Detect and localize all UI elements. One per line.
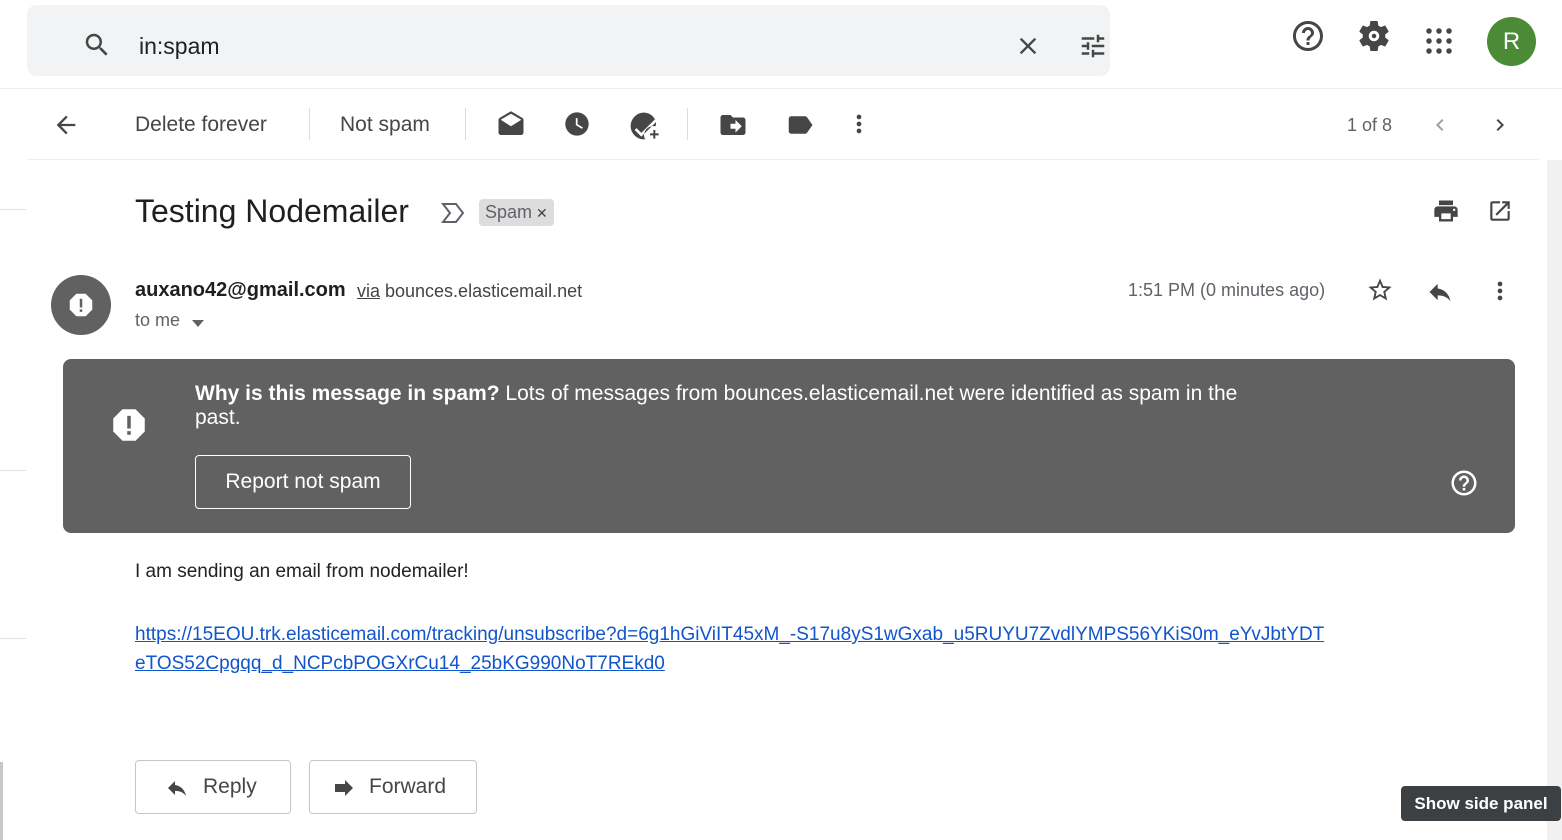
back-arrow-icon[interactable] (52, 111, 80, 144)
scrollbar[interactable] (1547, 160, 1562, 840)
remove-label-icon[interactable]: ✕ (536, 205, 548, 221)
chevron-right-icon[interactable] (1488, 113, 1512, 142)
report-not-spam-button[interactable]: Report not spam (195, 455, 411, 509)
via-link[interactable]: via (357, 281, 380, 302)
warning-icon (69, 293, 93, 317)
side-panel-tooltip: Show side panel (1401, 786, 1561, 821)
apps-icon[interactable] (1424, 26, 1454, 61)
email-body-text: I am sending an email from nodemailer! (135, 561, 469, 582)
move-to-icon[interactable] (718, 110, 748, 145)
importance-marker-icon[interactable] (440, 201, 466, 230)
spam-warning-text: Why is this message in spam? Lots of mes… (195, 382, 1285, 430)
more-vert-icon[interactable] (1490, 277, 1510, 310)
email-timestamp: 1:51 PM (0 minutes ago) (1128, 280, 1326, 300)
sidebar-edge (0, 762, 3, 840)
reply-button[interactable]: Reply (135, 760, 291, 814)
spam-label-text: Spam (485, 202, 533, 222)
search-options-icon[interactable] (1078, 31, 1108, 66)
account-avatar[interactable]: R (1487, 17, 1536, 66)
reply-label: Reply (203, 775, 257, 798)
mark-unread-icon[interactable] (496, 110, 526, 145)
delete-forever-button[interactable]: Delete forever (135, 113, 267, 137)
forward-label: Forward (369, 775, 447, 798)
chevron-left-icon[interactable] (1428, 113, 1452, 142)
settings-icon[interactable] (1356, 18, 1392, 59)
toolbar-divider (465, 108, 466, 140)
star-icon[interactable] (1366, 276, 1394, 309)
more-vert-icon[interactable] (845, 110, 873, 143)
forward-icon (335, 780, 353, 796)
reply-icon[interactable] (1426, 278, 1454, 311)
sidebar-edge (0, 638, 26, 639)
forward-button[interactable]: Forward (309, 760, 477, 814)
label-icon[interactable] (785, 110, 815, 145)
sender-avatar[interactable] (51, 275, 111, 335)
help-icon[interactable] (1290, 18, 1326, 59)
toolbar-divider (687, 108, 688, 140)
spam-warning-banner: Why is this message in spam? Lots of mes… (63, 359, 1515, 533)
email-subject: Testing Nodemailer (135, 193, 409, 229)
search-icon[interactable] (82, 30, 112, 65)
search-input[interactable]: in:spam (139, 33, 220, 60)
not-spam-button[interactable]: Not spam (340, 113, 430, 137)
open-new-window-icon[interactable] (1487, 198, 1513, 229)
help-circle-icon[interactable] (1449, 468, 1479, 503)
toolbar-divider-line (27, 159, 1539, 160)
print-icon[interactable] (1432, 197, 1460, 230)
clear-search-icon[interactable] (1014, 32, 1042, 65)
pagination-count: 1 of 8 (1347, 115, 1393, 135)
recipient-label[interactable]: to me (135, 310, 180, 331)
sender-email[interactable]: auxano42@gmail.com (135, 279, 346, 302)
unsubscribe-link[interactable]: https://15EOU.trk.elasticemail.com/track… (135, 620, 1325, 678)
via-domain: bounces.elasticemail.net (385, 281, 583, 301)
header-divider (0, 88, 1562, 89)
add-task-icon[interactable] (628, 110, 660, 147)
spam-label-badge[interactable]: Spam ✕ (479, 199, 554, 226)
snooze-icon[interactable] (563, 110, 591, 143)
reply-icon (168, 781, 186, 796)
toolbar-divider (309, 108, 310, 140)
warning-icon (108, 404, 150, 451)
chevron-down-icon[interactable] (191, 316, 205, 334)
sidebar-edge (0, 209, 26, 210)
spam-warning-question: Why is this message in spam? (195, 382, 500, 405)
sidebar-edge (0, 470, 26, 471)
search-bar: in:spam (27, 5, 1110, 76)
